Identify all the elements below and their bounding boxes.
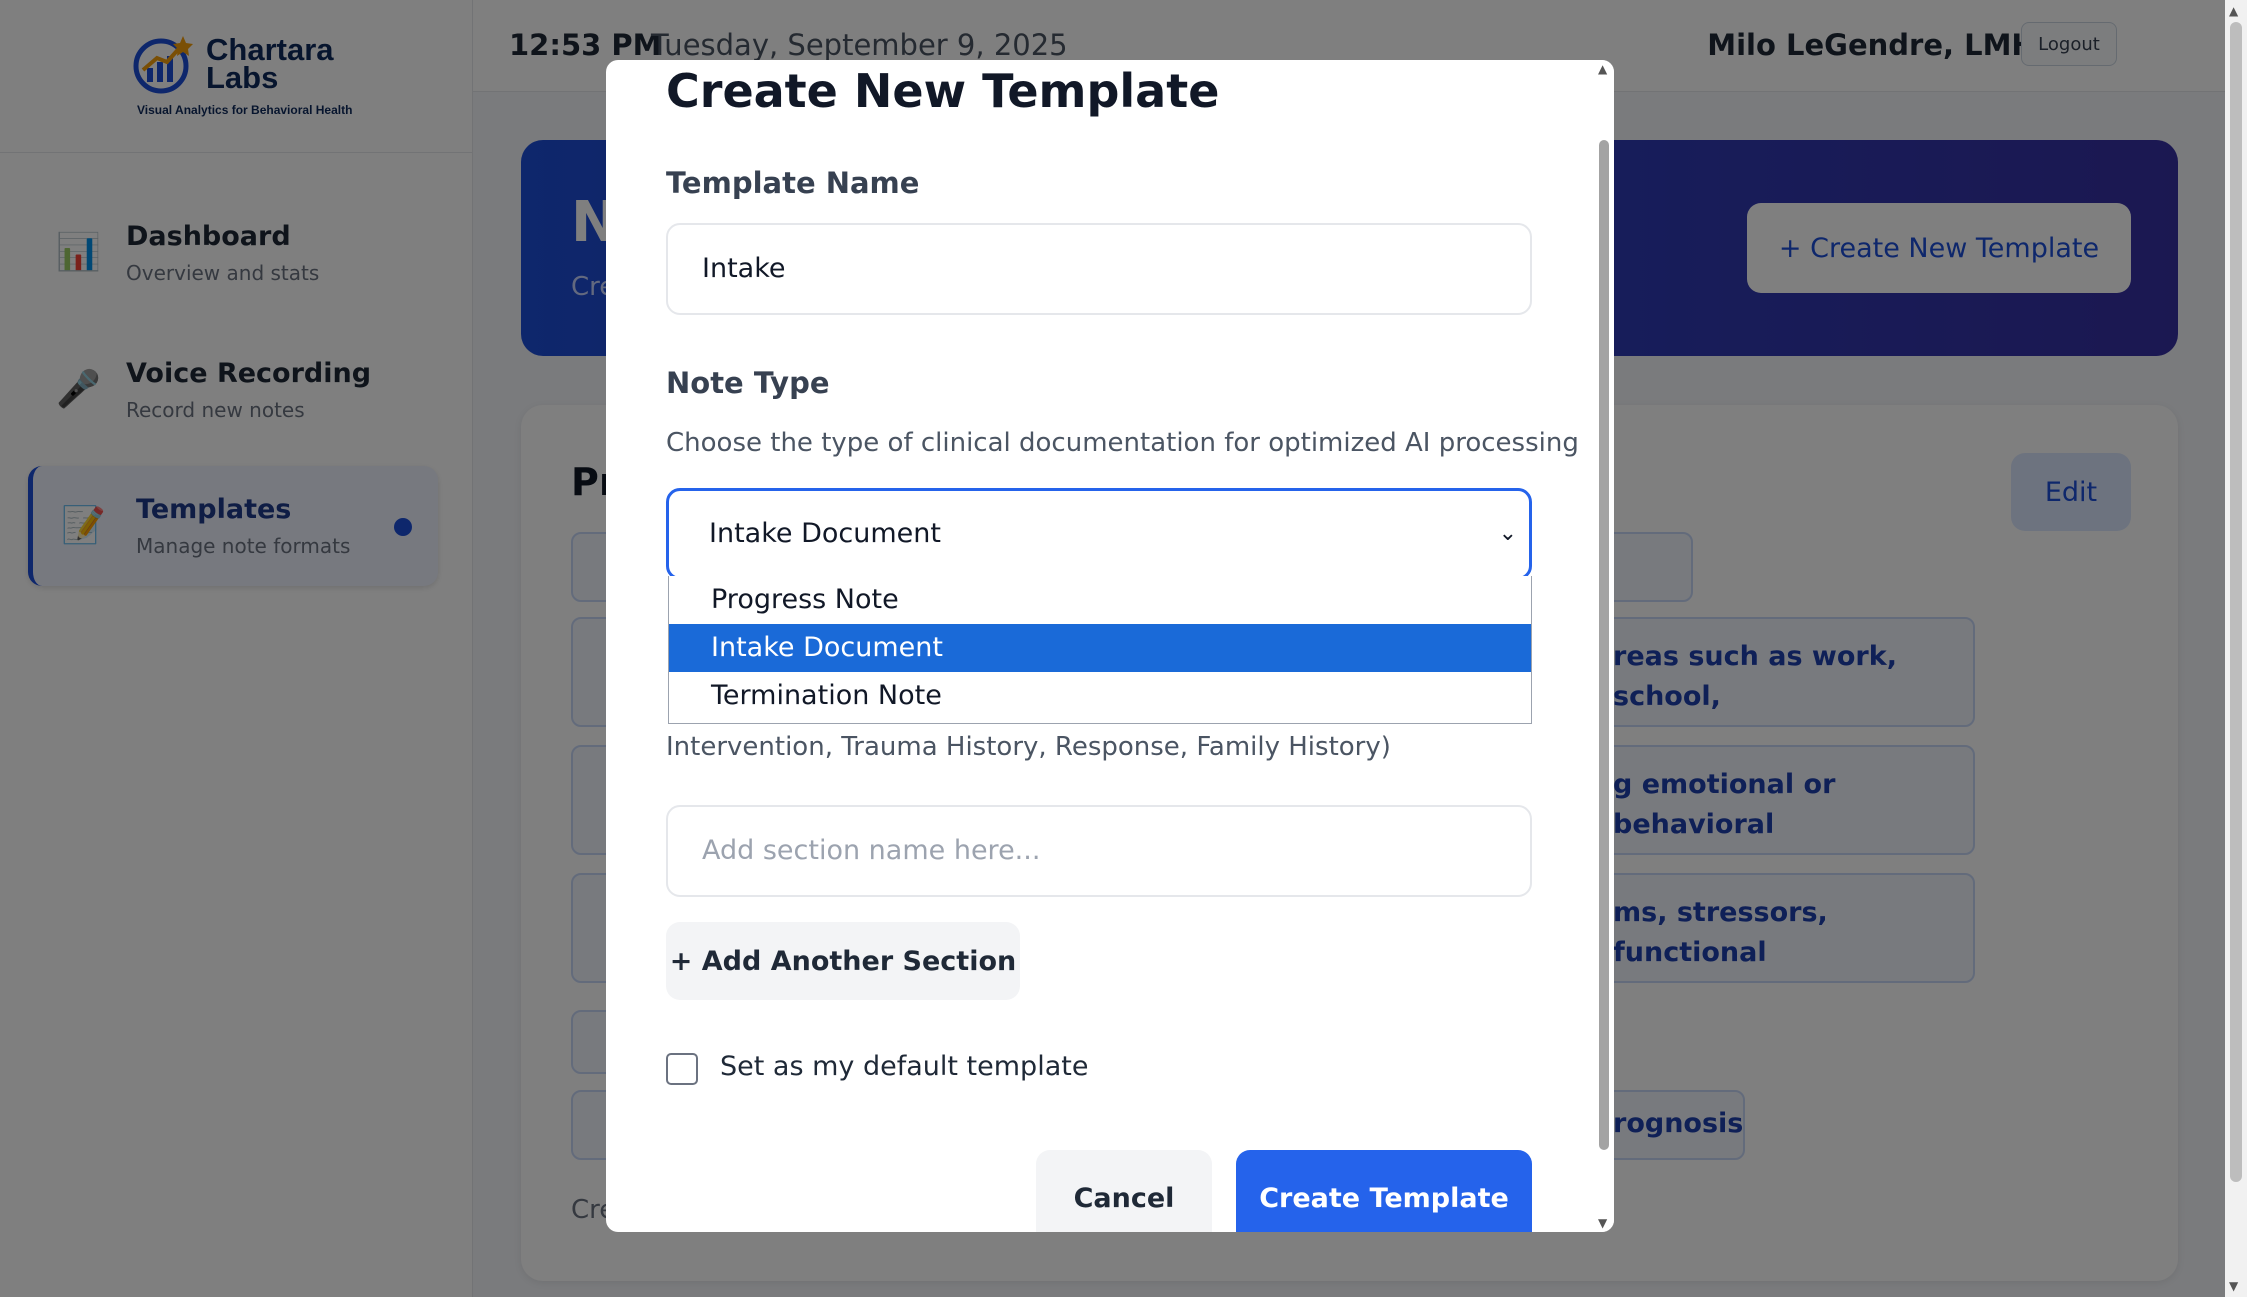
create-template-button[interactable]: Create Template (1236, 1150, 1532, 1232)
scrollbar-thumb[interactable] (2230, 22, 2242, 1182)
template-name-input[interactable]: Intake (666, 223, 1532, 315)
default-template-checkbox[interactable] (666, 1053, 698, 1085)
chevron-down-icon: ⌄ (1498, 521, 1517, 546)
scroll-up-arrow-icon[interactable]: ▲ (2229, 4, 2238, 18)
option-termination-note[interactable]: Termination Note (669, 672, 1531, 720)
cancel-button[interactable]: Cancel (1036, 1150, 1212, 1232)
add-another-section-button[interactable]: + Add Another Section (666, 922, 1020, 1000)
option-intake-document[interactable]: Intake Document (669, 624, 1531, 672)
default-template-checkbox-label[interactable]: Set as my default template (720, 1051, 1088, 1082)
scroll-down-arrow-icon[interactable]: ▼ (1598, 1216, 1607, 1230)
note-type-dropdown: Progress Note Intake Document Terminatio… (668, 576, 1532, 724)
section-name-input[interactable]: Add section name here... (666, 805, 1532, 897)
scroll-down-arrow-icon[interactable]: ▼ (2229, 1279, 2238, 1293)
option-progress-note[interactable]: Progress Note (669, 576, 1531, 624)
modal-scrollbar-thumb[interactable] (1599, 140, 1609, 1150)
template-name-label: Template Name (666, 166, 920, 200)
note-type-selected-value: Intake Document (709, 518, 941, 549)
note-type-label: Note Type (666, 366, 830, 400)
modal-scrollbar[interactable]: ▲ ▼ (1594, 60, 1614, 1232)
note-type-help: Choose the type of clinical documentatio… (666, 428, 1579, 458)
page-scrollbar[interactable]: ▲ ▼ (2225, 0, 2247, 1297)
create-template-modal: Create New Template Template Name Intake… (606, 60, 1614, 1232)
scroll-up-arrow-icon[interactable]: ▲ (1598, 62, 1607, 76)
modal-title: Create New Template (666, 64, 1220, 118)
note-type-select[interactable]: Intake Document ⌄ (666, 488, 1532, 580)
sections-help: Intervention, Trauma History, Response, … (666, 732, 1391, 762)
